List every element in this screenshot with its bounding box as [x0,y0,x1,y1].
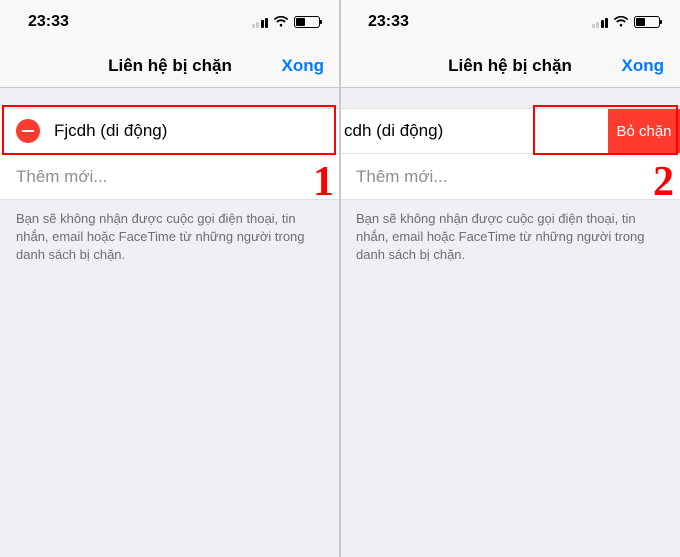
status-time: 23:33 [368,13,409,31]
nav-bar: Liên hệ bị chặn Xong [0,44,340,88]
add-new-row[interactable]: Thêm mới... [340,154,680,200]
blocked-contact-row-swiped[interactable]: cdh (di động) Bỏ chặn [340,108,680,154]
delete-minus-icon[interactable] [16,119,40,143]
status-bar: 23:33 [0,0,340,44]
step-number-1: 1 [313,158,334,206]
info-footer: Bạn sẽ không nhận được cuộc gọi điện tho… [0,200,340,275]
add-new-label: Thêm mới... [356,167,447,187]
battery-icon [294,16,320,28]
add-new-row[interactable]: Thêm mới... [0,154,340,200]
unblock-button[interactable]: Bỏ chặn [608,109,680,153]
nav-bar: Liên hệ bị chặn Xong [340,44,680,88]
add-new-label: Thêm mới... [16,167,107,187]
blocked-contact-row[interactable]: Fjcdh (di động) [0,108,340,154]
wifi-icon [613,16,629,28]
screen-divider [339,0,341,557]
wifi-icon [273,16,289,28]
page-title: Liên hệ bị chặn [448,56,572,76]
status-bar: 23:33 [340,0,680,44]
done-button[interactable]: Xong [622,56,665,76]
status-time: 23:33 [28,13,69,31]
phone-screen-right: 23:33 Liên hệ bị chặn Xong cdh (di động)… [340,0,680,557]
step-number-2: 2 [653,158,674,206]
phone-screen-left: 23:33 Liên hệ bị chặn Xong Fjcdh (di độn… [0,0,340,557]
status-indicators [252,16,321,28]
cellular-signal-icon [252,17,269,28]
done-button[interactable]: Xong [282,56,325,76]
swipe-gap [538,109,608,153]
info-footer: Bạn sẽ không nhận được cuộc gọi điện tho… [340,200,680,275]
contact-name-partial: cdh (di động) [340,121,443,141]
status-indicators [592,16,661,28]
cellular-signal-icon [592,17,609,28]
battery-icon [634,16,660,28]
page-title: Liên hệ bị chặn [108,56,232,76]
contact-name: Fjcdh (di động) [54,121,167,141]
